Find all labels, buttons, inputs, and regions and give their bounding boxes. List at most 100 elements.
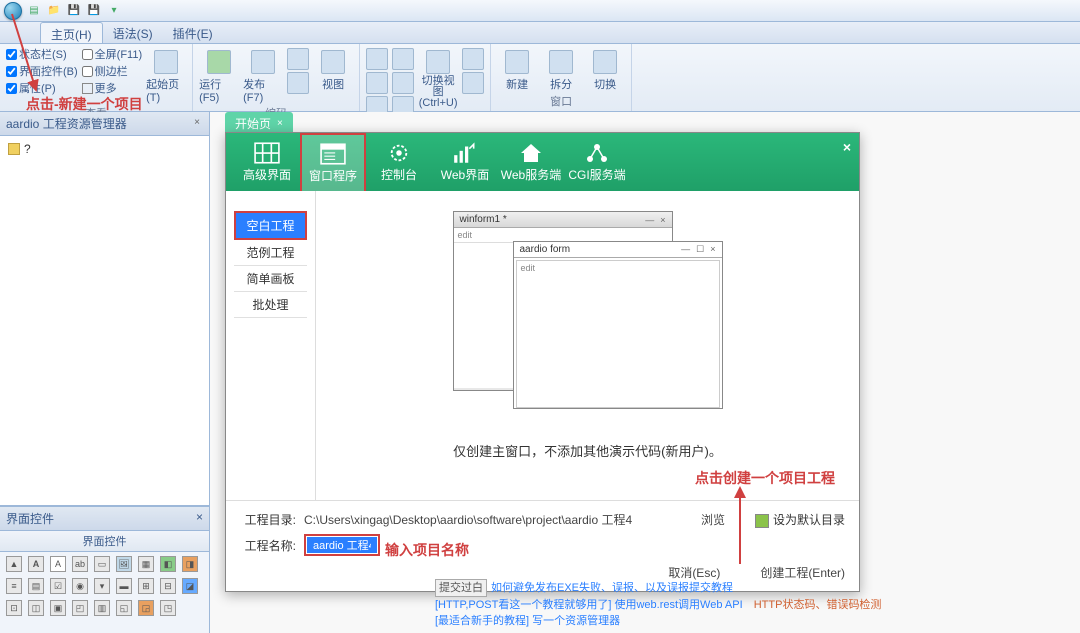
tab-home[interactable]: 主页(H) <box>40 22 103 43</box>
link-http[interactable]: [HTTP,POST看这一个教程就够用了] 使用web.rest调用Web AP… <box>435 597 743 613</box>
design-btn-8[interactable] <box>462 72 484 94</box>
btn-view[interactable]: 视图 <box>313 46 353 104</box>
tool-button-icon[interactable]: ▭ <box>94 556 110 572</box>
ribbon-tabstrip: 主页(H) 语法(S) 插件(E) <box>0 22 1080 44</box>
chk-props[interactable]: 属性(P) <box>6 80 78 96</box>
tool-19-icon[interactable]: ⊡ <box>6 600 22 616</box>
tool-edit-icon[interactable]: ab <box>72 556 88 572</box>
close-icon[interactable]: × <box>191 118 203 130</box>
color-swatch-icon <box>755 514 769 528</box>
qat-save-icon[interactable]: 💾 <box>66 3 82 19</box>
grid-icon <box>253 142 281 164</box>
tab-plugins[interactable]: 插件(E) <box>163 22 223 43</box>
tool-orange-icon[interactable]: ◨ <box>182 556 198 572</box>
encode-btn-2[interactable] <box>287 72 309 94</box>
preview-title-2: aardio form <box>520 244 571 255</box>
design-btn-1[interactable] <box>366 48 388 70</box>
home-icon <box>517 142 545 164</box>
btn-split[interactable]: 拆分 <box>541 46 581 92</box>
tool-text-icon[interactable]: A <box>50 556 66 572</box>
qat-open-icon[interactable]: 📁 <box>46 3 62 19</box>
cat-window-app[interactable]: 窗口程序 <box>300 133 366 191</box>
toolbox-title: 界面控件 <box>6 510 54 527</box>
tool-26-icon[interactable]: ◳ <box>160 600 176 616</box>
tool-grid-icon[interactable]: ▤ <box>28 578 44 594</box>
tool-pointer-icon[interactable]: ▲ <box>6 556 22 572</box>
tool-tab-icon[interactable]: ⊞ <box>138 578 154 594</box>
design-btn-2[interactable] <box>366 72 388 94</box>
gear-icon <box>385 142 413 164</box>
toolbox-subheader: 界面控件 <box>0 531 209 552</box>
encode-btn-1[interactable] <box>287 48 309 70</box>
chk-fullscreen[interactable]: 全屏(F11) <box>82 46 142 62</box>
design-btn-5[interactable] <box>392 72 414 94</box>
chk-statusbar[interactable]: 状态栏(S) <box>6 46 78 62</box>
tool-panel-icon[interactable]: ▦ <box>138 556 154 572</box>
btn-publish[interactable]: 发布(F7) <box>243 46 283 104</box>
cat-cgi-server[interactable]: CGI服务端 <box>564 133 630 191</box>
left-sidebar: aardio 工程资源管理器 × ? 界面控件 × 界面控件 ▲ A A ab … <box>0 112 210 633</box>
links-panel: 提交过白如何避免发布EXE失败、误报、以及误报提交教程 [HTTP,POST看这… <box>435 579 881 629</box>
tab-syntax[interactable]: 语法(S) <box>103 22 163 43</box>
tool-20-icon[interactable]: ◫ <box>28 600 44 616</box>
tool-23-icon[interactable]: ▥ <box>94 600 110 616</box>
tool-orange2-icon[interactable]: ◲ <box>138 600 154 616</box>
tool-image-icon[interactable]: 🖼 <box>116 556 132 572</box>
project-explorer-header: aardio 工程资源管理器 × <box>0 112 209 136</box>
btn-switch[interactable]: 切换 <box>585 46 625 92</box>
tool-radio-icon[interactable]: ◉ <box>72 578 88 594</box>
project-name-input[interactable] <box>307 537 377 553</box>
dialog-close-icon[interactable]: × <box>843 139 851 155</box>
cat-web-ui[interactable]: Web界面 <box>432 133 498 191</box>
template-description: 仅创建主窗口，不添加其他演示代码(新用户)。 <box>346 441 829 460</box>
tool-progress-icon[interactable]: ▬ <box>116 578 132 594</box>
design-btn-4[interactable] <box>392 48 414 70</box>
tool-list-icon[interactable]: ≡ <box>6 578 22 594</box>
cat-web-server[interactable]: Web服务端 <box>498 133 564 191</box>
tmpl-batch[interactable]: 批处理 <box>234 292 307 318</box>
chk-controls[interactable]: 界面控件(B) <box>6 63 78 79</box>
tool-tree-icon[interactable]: ⊟ <box>160 578 176 594</box>
chart-icon <box>451 142 479 164</box>
qat-saveall-icon[interactable]: 💾 <box>86 3 102 19</box>
chk-sidebar[interactable]: 侧边栏 <box>82 63 142 79</box>
tmpl-canvas[interactable]: 简单画板 <box>234 266 307 292</box>
design-btn-7[interactable] <box>462 48 484 70</box>
tab-close-icon[interactable]: × <box>277 118 283 129</box>
link-exe[interactable]: 如何避免发布EXE失败、误报、以及误报提交教程 <box>491 580 733 596</box>
tool-check-icon[interactable]: ☑ <box>50 578 66 594</box>
link-explorer[interactable]: [最适合新手的教程] 写一个资源管理器 <box>435 613 620 629</box>
category-strip: 高级界面 窗口程序 控制台 Web界面 Web服务端 CGI服务端 × <box>226 133 859 191</box>
btn-startpage[interactable]: 起始页(T) <box>146 46 186 104</box>
toolbox-grid: ▲ A A ab ▭ 🖼 ▦ ◧ ◨ ≡ ▤ ☑ ◉ ▾ ▬ ⊞ ⊟ ◪ ⊡ ◫… <box>0 552 209 620</box>
browse-button[interactable]: 浏览 <box>701 511 725 528</box>
qat-more-icon[interactable]: ▾ <box>106 3 122 19</box>
tree-root[interactable]: ? <box>4 140 205 158</box>
btn-run[interactable]: 运行(F5) <box>199 46 239 104</box>
document-tab-start[interactable]: 开始页 × <box>225 112 293 134</box>
tool-green-icon[interactable]: ◧ <box>160 556 176 572</box>
link-status[interactable]: HTTP状态码、错误码检测 <box>754 597 882 613</box>
project-explorer-title: aardio 工程资源管理器 <box>6 115 127 132</box>
cat-console[interactable]: 控制台 <box>366 133 432 191</box>
qat-new-icon[interactable]: ▤ <box>26 3 42 19</box>
set-default-dir[interactable]: 设为默认目录 <box>755 511 845 528</box>
btn-switchview[interactable]: 切换视图 (Ctrl+U) <box>418 46 458 118</box>
app-orb[interactable] <box>4 2 22 20</box>
close-icon[interactable]: × <box>196 510 203 527</box>
network-icon <box>583 142 611 164</box>
group-label-window: 窗口 <box>497 92 625 109</box>
tool-label-icon[interactable]: A <box>28 556 44 572</box>
btn-new[interactable]: 新建 <box>497 46 537 92</box>
project-tree[interactable]: ? <box>0 136 209 506</box>
tool-24-icon[interactable]: ◱ <box>116 600 132 616</box>
tmpl-blank[interactable]: 空白工程 <box>234 211 307 240</box>
cat-advanced-ui[interactable]: 高级界面 <box>234 133 300 191</box>
tool-blue-icon[interactable]: ◪ <box>182 578 198 594</box>
toolbox-header: 界面控件 × <box>0 506 209 531</box>
chk-more[interactable]: 更多 <box>82 80 142 96</box>
tool-21-icon[interactable]: ▣ <box>50 600 66 616</box>
tmpl-sample[interactable]: 范例工程 <box>234 240 307 266</box>
tool-combo-icon[interactable]: ▾ <box>94 578 110 594</box>
tool-22-icon[interactable]: ◰ <box>72 600 88 616</box>
